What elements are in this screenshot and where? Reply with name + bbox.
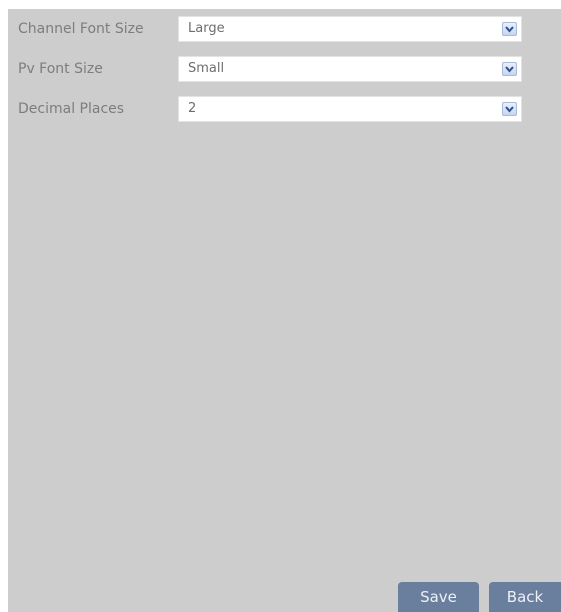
channel-font-size-value: Large — [188, 21, 225, 36]
setting-row-decimal-places: Decimal Places 2 — [8, 94, 561, 124]
chevron-down-icon[interactable] — [502, 102, 517, 116]
pv-font-size-select[interactable]: Small — [178, 56, 522, 82]
channel-font-size-select[interactable]: Large — [178, 16, 522, 42]
back-button[interactable]: Back — [489, 582, 561, 612]
decimal-places-label: Decimal Places — [18, 101, 125, 117]
settings-panel: Channel Font Size Large Pv Font Size Sma… — [8, 9, 561, 612]
decimal-places-value: 2 — [188, 101, 197, 116]
setting-row-channel-font-size: Channel Font Size Large — [8, 14, 561, 44]
chevron-down-icon[interactable] — [502, 62, 517, 76]
decimal-places-select[interactable]: 2 — [178, 96, 522, 122]
setting-row-pv-font-size: Pv Font Size Small — [8, 54, 561, 84]
pv-font-size-label: Pv Font Size — [18, 61, 103, 77]
pv-font-size-value: Small — [188, 61, 225, 76]
chevron-down-icon[interactable] — [502, 22, 517, 36]
channel-font-size-label: Channel Font Size — [18, 21, 144, 37]
save-button[interactable]: Save — [398, 582, 479, 612]
